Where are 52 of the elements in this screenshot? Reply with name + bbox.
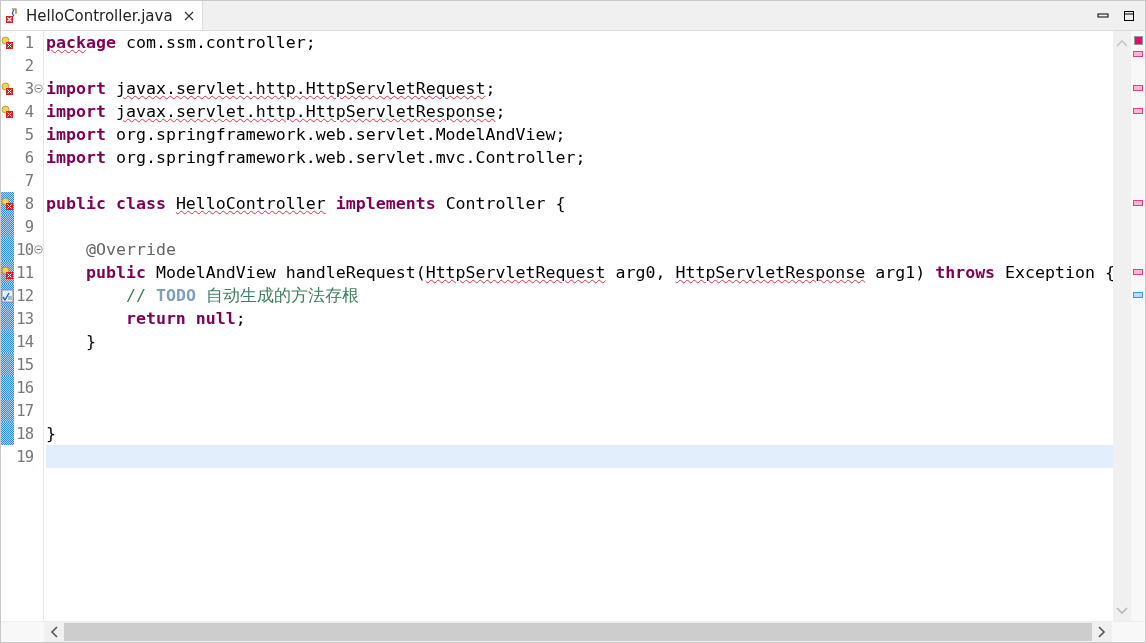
line-number: 10: [15, 240, 33, 259]
editor-tab[interactable]: HelloController.java: [1, 1, 203, 30]
line-number: 1: [23, 33, 33, 52]
minimize-icon[interactable]: [1097, 10, 1109, 21]
line-number: 17: [15, 401, 33, 420]
code-line: }: [46, 424, 56, 443]
annotation-marker[interactable]: [1133, 200, 1143, 206]
code-line: return null;: [124, 309, 246, 328]
code-line: import org.springframework.web.servlet.ModelAndView;: [46, 125, 566, 144]
annotation-marker[interactable]: [1133, 269, 1143, 275]
code-line: }: [84, 332, 96, 351]
line-number: 9: [23, 217, 33, 236]
horizontal-scrollbar[interactable]: [44, 622, 1112, 642]
code-line: public ModelAndView handleRequest(HttpServletRequest arg0, HttpServletResponse arg1) throws Exception {: [84, 263, 1115, 282]
error-lightbulb-icon[interactable]: [1, 196, 14, 211]
scroll-left-icon[interactable]: [50, 626, 58, 638]
code-line: public class HelloController implements Controller {: [46, 194, 566, 213]
error-lightbulb-icon[interactable]: [1, 104, 14, 119]
line-number: 15: [15, 355, 33, 374]
code-line: package com.ssm.controller;: [46, 33, 316, 52]
line-number: 16: [15, 378, 33, 397]
line-number: 19: [15, 447, 33, 466]
code-line: @Override: [84, 240, 176, 259]
line-number: 11: [15, 263, 33, 282]
task-icon[interactable]: [1, 288, 14, 303]
annotation-marker[interactable]: [1133, 292, 1143, 298]
code-line: import javax.servlet.http.HttpServletResponse;: [46, 102, 506, 121]
line-number: 8: [23, 194, 33, 213]
annotation-marker[interactable]: [1133, 85, 1143, 91]
line-number: 12: [15, 286, 33, 305]
error-lightbulb-icon[interactable]: [1, 265, 14, 280]
collapse-icon[interactable]: [33, 84, 43, 93]
annotation-marker[interactable]: [1133, 108, 1143, 114]
line-number: 2: [23, 56, 33, 75]
error-lightbulb-icon[interactable]: [1, 35, 14, 50]
code-line: // TODO 自动生成的方法存根: [124, 284, 359, 307]
scroll-right-icon[interactable]: [1098, 626, 1106, 638]
code-line: import org.springframework.web.servlet.mvc.Controller;: [46, 148, 586, 167]
line-number: 4: [23, 102, 33, 121]
error-lightbulb-icon[interactable]: [1, 81, 14, 96]
line-number: 13: [15, 309, 33, 328]
annotation-marker[interactable]: [1133, 51, 1143, 57]
line-number: 14: [15, 332, 33, 351]
line-number: 3: [23, 79, 33, 98]
line-number: 18: [15, 424, 33, 443]
code-line: import javax.servlet.http.HttpServletRequest;: [46, 79, 496, 98]
line-number: 5: [23, 125, 33, 144]
close-icon[interactable]: [183, 10, 194, 21]
collapse-icon[interactable]: [33, 245, 43, 254]
maximize-icon[interactable]: [1123, 9, 1135, 22]
line-number: 6: [23, 148, 33, 167]
line-number: 7: [23, 171, 33, 190]
